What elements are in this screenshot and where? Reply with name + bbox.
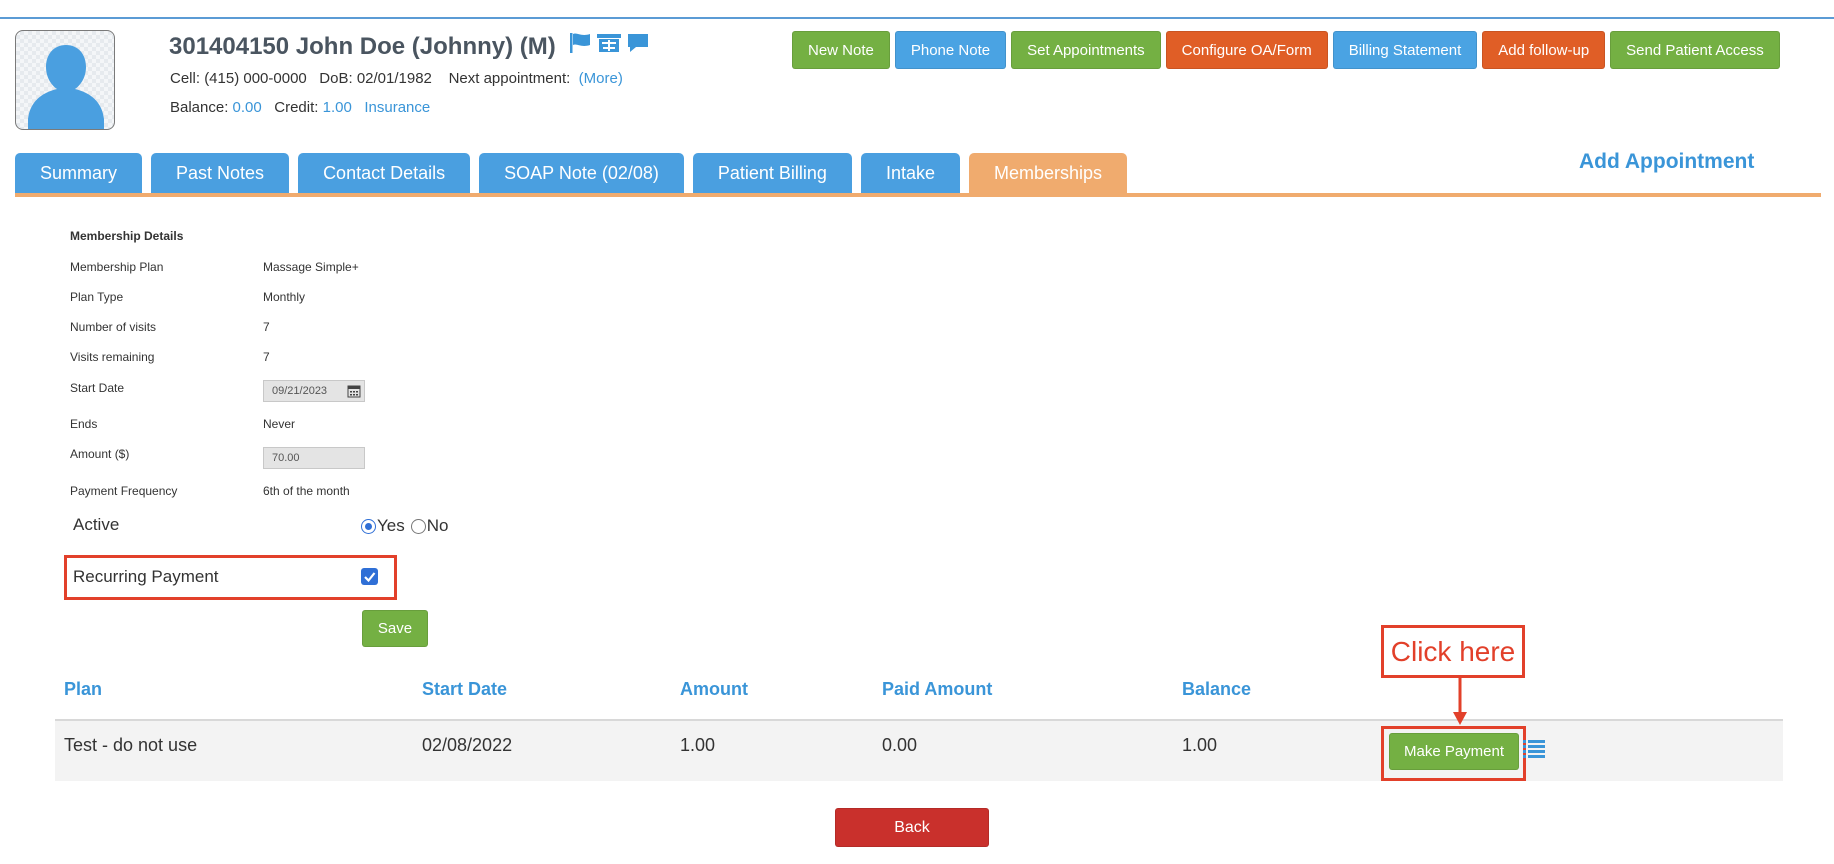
row-balance: 1.00: [1182, 735, 1218, 755]
ends-label: Ends: [70, 417, 98, 431]
flag-icon[interactable]: [568, 32, 592, 61]
tab-past-notes[interactable]: Past Notes: [151, 153, 290, 194]
plan-type-label: Plan Type: [70, 290, 124, 304]
visits-remaining-label: Visits remaining: [70, 350, 155, 364]
active-label: Active: [73, 515, 120, 534]
configure-oa-form-button[interactable]: Configure OA/Form: [1165, 31, 1328, 69]
row-amount: 1.00: [680, 735, 716, 755]
number-of-visits-value: 7: [263, 320, 270, 334]
tab-memberships[interactable]: Memberships: [969, 153, 1128, 194]
add-follow-up-button[interactable]: Add follow-up: [1482, 31, 1606, 69]
membership-plan-label: Membership Plan: [70, 260, 164, 274]
amount-label: Amount ($): [70, 447, 130, 461]
set-appointments-button[interactable]: Set Appointments: [1011, 31, 1161, 69]
start-date-input[interactable]: 09/21/2023: [263, 380, 365, 402]
membership-details-title: Membership Details: [70, 229, 184, 243]
dob-label: DoB:: [319, 70, 353, 87]
header-plan: Plan: [64, 679, 103, 699]
credit-value[interactable]: 1.00: [323, 99, 352, 116]
add-appointment-link[interactable]: Add Appointment: [1579, 150, 1754, 174]
back-button[interactable]: Back: [835, 808, 989, 847]
tab-bar: Summary Past Notes Contact Details SOAP …: [15, 153, 1128, 194]
tab-underline: [15, 193, 1821, 197]
billing-statement-button[interactable]: Billing Statement: [1332, 31, 1478, 69]
tab-intake[interactable]: Intake: [860, 153, 960, 194]
tab-contact-details[interactable]: Contact Details: [298, 153, 471, 194]
start-date-label: Start Date: [70, 381, 125, 395]
person-silhouette-icon: [28, 45, 104, 129]
patient-title: 301404150 John Doe (Johnny) (M): [169, 32, 650, 61]
active-yes-label: Yes: [377, 516, 405, 535]
header-start-date: Start Date: [422, 679, 508, 699]
payment-frequency-label: Payment Frequency: [70, 484, 178, 498]
cell-label: Cell:: [170, 70, 201, 87]
row-paid-amount: 0.00: [882, 735, 918, 755]
insurance-link[interactable]: Insurance: [364, 99, 430, 116]
callout-arrow-icon: [1453, 678, 1467, 725]
number-of-visits-label: Number of visits: [70, 320, 157, 334]
dob-value: 02/01/1982: [356, 70, 432, 87]
more-link[interactable]: (More): [579, 70, 623, 87]
amount-value: 70.00: [272, 452, 300, 464]
send-patient-access-button[interactable]: Send Patient Access: [1610, 31, 1780, 69]
list-menu-icon[interactable]: [1523, 739, 1545, 764]
next-appointment-label: Next appointment:: [448, 70, 571, 87]
click-here-callout: Click here: [1381, 625, 1525, 678]
row-start-date: 02/08/2022: [422, 735, 513, 755]
tab-patient-billing[interactable]: Patient Billing: [692, 153, 852, 194]
credit-label: Credit:: [274, 99, 319, 116]
header-paid-amount: Paid Amount: [882, 679, 993, 699]
cashier-icon[interactable]: [596, 32, 622, 61]
recurring-payment-label: Recurring Payment: [73, 567, 219, 586]
start-date-value: 09/21/2023: [272, 385, 328, 397]
header-amount: Amount: [680, 679, 748, 699]
plan-type-value: Monthly: [263, 290, 306, 304]
active-no-radio[interactable]: [410, 518, 426, 534]
calendar-icon[interactable]: [347, 384, 361, 401]
header-balance: Balance: [1182, 679, 1252, 699]
top-divider: [0, 17, 1834, 19]
cell-value: (415) 000-0000: [204, 70, 307, 87]
save-button[interactable]: Save: [362, 610, 428, 647]
visits-remaining-value: 7: [263, 350, 270, 364]
row-plan: Test - do not use: [64, 735, 198, 755]
recurring-payment-checkbox[interactable]: [361, 568, 378, 585]
tab-summary[interactable]: Summary: [15, 153, 143, 194]
make-payment-button[interactable]: Make Payment: [1389, 733, 1519, 770]
balance-label: Balance:: [170, 99, 229, 116]
patient-avatar: [15, 30, 115, 130]
amount-input[interactable]: 70.00: [263, 447, 365, 469]
checkmark-icon: [364, 572, 376, 583]
patient-id-name: 301404150 John Doe (Johnny) (M): [169, 32, 556, 60]
active-yes-radio[interactable]: [361, 518, 376, 534]
ends-value: Never: [263, 417, 296, 431]
balance-line: Balance: 0.00 Credit: 1.00 Insurance: [170, 99, 430, 116]
phone-note-button[interactable]: Phone Note: [894, 31, 1007, 69]
action-toolbar: New Note Phone Note Set Appointments Con…: [792, 31, 1780, 69]
active-radio-group: Yes No: [361, 516, 448, 536]
active-no-label: No: [426, 516, 449, 535]
membership-plan-value: Massage Simple+: [263, 260, 359, 274]
new-note-button[interactable]: New Note: [792, 31, 890, 69]
balance-value[interactable]: 0.00: [233, 99, 262, 116]
contact-line: Cell: (415) 000-0000 DoB: 02/01/1982 Nex…: [170, 70, 623, 87]
chat-bubble-icon[interactable]: [626, 32, 650, 61]
tab-soap-note[interactable]: SOAP Note (02/08): [479, 153, 684, 194]
payment-frequency-value: 6th of the month: [263, 484, 350, 498]
